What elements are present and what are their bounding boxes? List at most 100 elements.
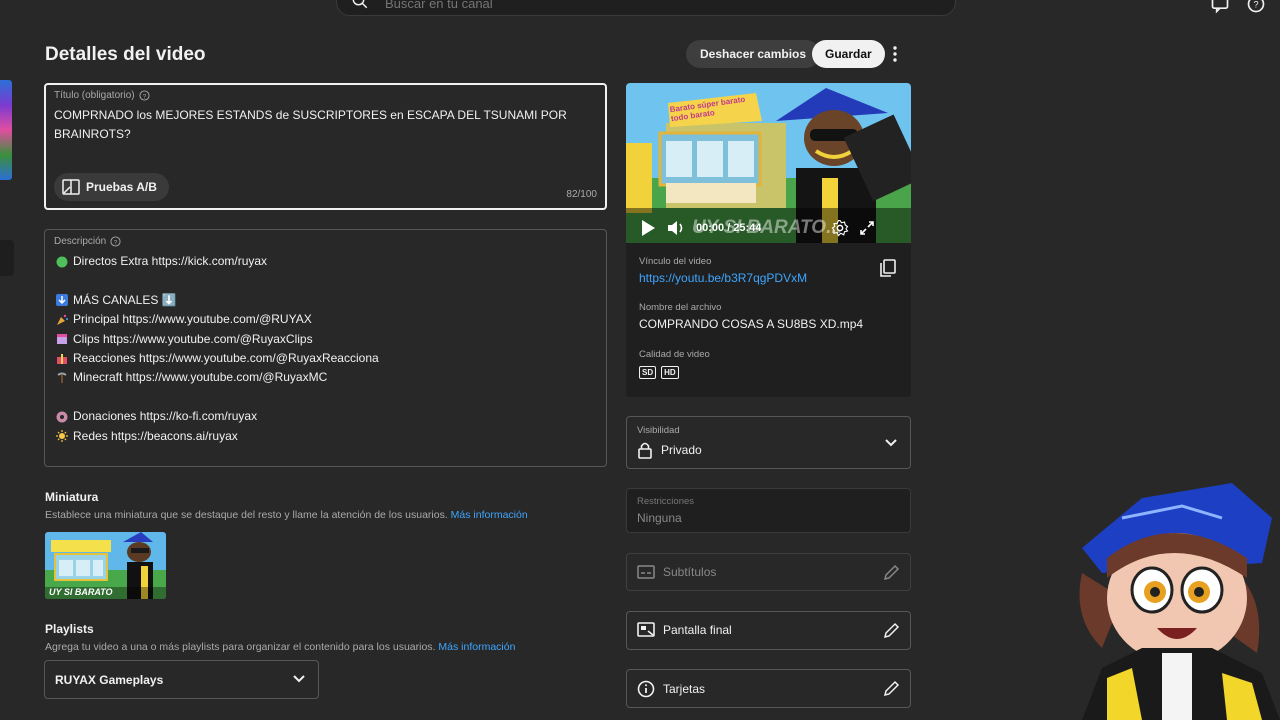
description-line: Directos Extra https://kick.com/ruyax [56, 252, 596, 271]
video-preview-card: Barato súper barato todo barato UY SI BA… [626, 83, 911, 397]
help-icon[interactable]: ? [1246, 0, 1266, 14]
title-input[interactable]: COMPRNADO los MEJORES ESTANDS de SUSCRIP… [54, 106, 574, 144]
thumbnail-more-info-link[interactable]: Más información [451, 509, 528, 521]
description-line-text: Principal https://www.youtube.com/@RUYAX [73, 312, 312, 327]
description-line-text: Donaciones https://ko-fi.com/ruyax [73, 409, 258, 424]
down-arrow-icon [56, 294, 68, 307]
thumbnail-section-title: Miniatura [45, 490, 99, 504]
playlist-dropdown[interactable]: RUYAX Gameplays [44, 660, 319, 699]
more-options-icon[interactable] [886, 44, 904, 64]
restrictions-value: Ninguna [637, 511, 682, 525]
sd-badge-icon: SD [639, 366, 657, 379]
donut-icon [56, 411, 68, 423]
subtitles-row[interactable]: Subtítulos [626, 553, 911, 591]
description-line: MÁS CANALES ⬇️ [56, 291, 596, 310]
description-text[interactable]: Directos Extra https://kick.com/ruyax MÁ… [56, 252, 596, 446]
playlists-more-info-link[interactable]: Más información [438, 641, 515, 653]
sun-icon [56, 430, 68, 443]
search-bar[interactable] [336, 0, 956, 16]
description-line-text: MÁS CANALES ⬇️ [73, 292, 177, 307]
pencil-icon[interactable] [883, 564, 900, 581]
description-label: Descripción [54, 236, 107, 247]
thumbnail-overlay-text: UY SI BARATO [49, 587, 113, 597]
svg-text:?: ? [114, 239, 118, 246]
end-screen-label: Pantalla final [663, 623, 732, 637]
title-label: Título (obligatorio) [54, 90, 135, 101]
description-line-text: Clips https://www.youtube.com/@RuyaxClip… [73, 331, 313, 346]
description-line: Donaciones https://ko-fi.com/ruyax [56, 407, 596, 426]
feedback-icon[interactable] [1210, 0, 1230, 14]
gift-icon [56, 353, 68, 365]
description-line: Redes https://beacons.ai/ruyax [56, 427, 596, 446]
svg-text:?: ? [1253, 0, 1258, 9]
cards-label: Tarjetas [663, 682, 706, 696]
video-link[interactable]: https://youtu.be/b3R7qgPDVxM [639, 271, 807, 285]
restrictions-label: Restricciones [637, 496, 695, 507]
subtitles-label: Subtítulos [663, 565, 717, 579]
end-screen-icon [637, 622, 655, 637]
info-icon [637, 680, 655, 698]
end-screen-row-content: Pantalla final [637, 622, 732, 638]
ab-testing-label: Pruebas A/B [86, 180, 157, 194]
search-icon [352, 0, 368, 9]
description-line: Clips https://www.youtube.com/@RuyaxClip… [56, 330, 596, 349]
description-label-group: Descripción ? [54, 236, 121, 247]
thumbnail-section-subtitle: Establece una miniatura que se destaque … [45, 509, 528, 521]
settings-gear-icon[interactable] [831, 219, 849, 237]
visibility-label: Visibilidad [637, 425, 680, 436]
sidebar-active-indicator[interactable] [0, 240, 14, 276]
volume-icon[interactable] [666, 219, 686, 237]
pencil-icon[interactable] [883, 680, 900, 697]
video-time: 00:00 / 25:44 [696, 222, 762, 234]
copy-icon[interactable] [880, 259, 896, 277]
search-input[interactable] [385, 0, 905, 11]
filename-value: COMPRANDO COSAS A SU8BS XD.mp4 [639, 317, 864, 331]
fullscreen-icon[interactable] [859, 220, 875, 236]
sidebar-thumbnail-strip[interactable] [0, 80, 12, 180]
description-line-text: Redes https://beacons.ai/ruyax [73, 428, 238, 443]
page-title: Detalles del video [45, 44, 206, 65]
save-button[interactable]: Guardar [812, 40, 885, 68]
chevron-down-icon [885, 439, 897, 447]
visibility-value: Privado [661, 443, 702, 457]
description-blank-line [56, 388, 596, 407]
filename-label: Nombre del archivo [639, 302, 722, 313]
undo-changes-button[interactable]: Deshacer cambios [686, 40, 821, 68]
svg-text:?: ? [142, 93, 146, 100]
restrictions-field: Restricciones Ninguna [626, 488, 911, 533]
chevron-down-icon [293, 675, 305, 683]
clapper-icon [56, 333, 68, 345]
ab-testing-button[interactable]: Pruebas A/B [54, 173, 169, 201]
ab-test-icon [62, 179, 80, 195]
end-screen-row[interactable]: Pantalla final [626, 611, 911, 650]
party-popper-icon [56, 314, 68, 326]
description-field[interactable]: Descripción ? Directos Extra https://kic… [44, 229, 607, 467]
thumbnail-subtitle-text: Establece una miniatura que se destaque … [45, 509, 448, 521]
playlists-subtitle-text: Agrega tu video a una o más playlists pa… [45, 641, 436, 653]
subtitles-row-content: Subtítulos [637, 564, 716, 580]
description-line: Principal https://www.youtube.com/@RUYAX [56, 310, 596, 329]
video-link-label: Vínculo del video [639, 256, 712, 267]
visibility-value-row: Privado [637, 441, 702, 459]
video-player[interactable]: Barato súper barato todo barato UY SI BA… [626, 83, 911, 243]
description-line-text: Minecraft https://www.youtube.com/@Ruyax… [73, 370, 328, 385]
cards-row-content: Tarjetas [637, 680, 705, 698]
title-char-counter: 82/100 [566, 189, 597, 200]
top-bar: ? [0, 0, 1280, 28]
description-line-text: Directos Extra https://kick.com/ruyax [73, 254, 268, 268]
playlists-section-title: Playlists [45, 622, 94, 636]
title-field[interactable]: Título (obligatorio) ? COMPRNADO los MEJ… [44, 83, 607, 210]
playlists-section-subtitle: Agrega tu video a una o más playlists pa… [45, 641, 515, 653]
title-label-group: Título (obligatorio) ? [54, 90, 150, 101]
visibility-dropdown[interactable]: Visibilidad Privado [626, 416, 911, 469]
lock-icon [638, 442, 652, 459]
play-icon[interactable] [640, 219, 656, 237]
player-controls: 00:00 / 25:44 [626, 213, 911, 243]
pencil-icon[interactable] [883, 622, 900, 639]
help-circle-icon[interactable]: ? [110, 236, 121, 247]
video-quality-badges: SD HD [639, 366, 679, 379]
playlist-selected-value: RUYAX Gameplays [55, 672, 164, 687]
thumbnail-image[interactable]: UY SI BARATO [45, 532, 166, 599]
help-circle-icon[interactable]: ? [139, 90, 150, 101]
cards-row[interactable]: Tarjetas [626, 669, 911, 708]
